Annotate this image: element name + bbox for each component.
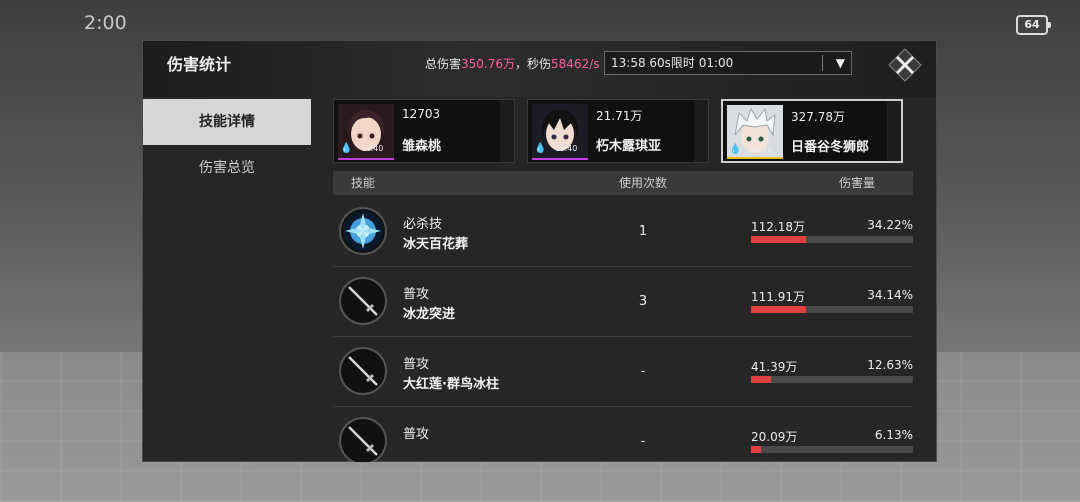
table-row: 普攻 冰龙突进 3 111.91万 34.14% xyxy=(333,267,913,337)
dropdown-value: 13:58 60s限时 01:00 xyxy=(611,56,734,70)
use-count: - xyxy=(640,434,646,449)
damage-totals: 总伤害350.76万，秒伤58462/s xyxy=(425,55,600,72)
panel-header: 伤害统计 总伤害350.76万，秒伤58462/s 13:58 60s限时 01… xyxy=(143,41,936,97)
damage-value: 41.39万 xyxy=(751,360,798,374)
sword-icon xyxy=(339,277,387,325)
sword-icon xyxy=(339,347,387,395)
skill-type: 普攻 xyxy=(403,287,430,302)
level-bar xyxy=(727,157,783,159)
damage-percent: 34.14% xyxy=(867,288,913,302)
skill-type: 普攻 xyxy=(403,427,430,442)
level-label: Lv.40 xyxy=(362,144,384,153)
level-label: Lv.70 xyxy=(751,145,773,154)
damage-stats-panel: 伤害统计 总伤害350.76万，秒伤58462/s 13:58 60s限时 01… xyxy=(142,40,937,462)
damage-percent: 12.63% xyxy=(867,358,913,372)
skill-name: 冰龙突进 xyxy=(403,307,456,322)
water-drop-icon: 💧 xyxy=(534,143,547,154)
dps-value: 58462/s xyxy=(551,57,600,71)
damage-bar-fill xyxy=(751,236,807,243)
use-count: 1 xyxy=(638,224,648,239)
character-card-rukia[interactable]: 💧 Lv.40 21.71万 朽木露琪亚 xyxy=(527,99,709,163)
table-header: 技能 使用次数 伤害量 xyxy=(333,171,913,195)
tab-skill-details[interactable]: 技能详情 xyxy=(143,99,311,145)
damage-percent: 6.13% xyxy=(874,428,913,442)
skill-type: 必杀技 xyxy=(403,217,443,232)
damage-value: 112.18万 xyxy=(751,220,805,234)
skill-table[interactable]: 必杀技 冰天百花葬 1 112.18万 34.22% 普攻 冰龙突进 3 111… xyxy=(333,197,913,462)
damage-value: 20.09万 xyxy=(751,430,798,444)
damage-value: 111.91万 xyxy=(751,290,805,304)
character-name: 朽木露琪亚 xyxy=(596,139,662,154)
damage-bar xyxy=(751,236,913,243)
water-drop-icon: 💧 xyxy=(340,143,353,154)
damage-bar-fill xyxy=(751,376,772,383)
header-damage: 伤害量 xyxy=(839,176,876,190)
damage-bar-fill xyxy=(751,446,761,453)
character-card-hitsugaya[interactable]: 💧 Lv.70 327.78万 日番谷冬狮郎 xyxy=(721,99,903,163)
card-edge xyxy=(887,101,901,161)
skill-type: 普攻 xyxy=(403,357,430,372)
close-icon xyxy=(888,48,922,82)
water-drop-icon: 💧 xyxy=(729,144,742,155)
status-time: 2:00 xyxy=(84,12,127,34)
battery-icon: 64 xyxy=(1016,15,1051,35)
tab-damage-overview[interactable]: 伤害总览 xyxy=(143,145,311,191)
table-row: 普攻 - 20.09万 6.13% xyxy=(333,407,913,462)
character-damage: 327.78万 xyxy=(791,110,845,124)
table-row: 普攻 大红莲·群鸟冰柱 - 41.39万 12.63% xyxy=(333,337,913,407)
character-name: 雏森桃 xyxy=(402,139,442,154)
use-count: 3 xyxy=(638,294,648,309)
header-skill: 技能 xyxy=(351,176,376,190)
sword-icon xyxy=(339,417,387,462)
dropdown-separator xyxy=(822,55,823,71)
use-count: - xyxy=(640,364,646,379)
character-name: 日番谷冬狮郎 xyxy=(791,140,870,155)
total-damage-value: 350.76万 xyxy=(461,57,516,71)
skill-name: 冰天百花葬 xyxy=(403,237,469,252)
level-bar xyxy=(532,158,588,160)
damage-bar-fill xyxy=(751,306,807,313)
damage-bar xyxy=(751,376,913,383)
header-uses: 使用次数 xyxy=(619,176,668,190)
damage-bar xyxy=(751,306,913,313)
panel-title: 伤害统计 xyxy=(167,55,232,74)
character-damage: 12703 xyxy=(402,107,441,121)
skill-name: 大红莲·群鸟冰柱 xyxy=(403,377,499,392)
character-damage: 21.71万 xyxy=(596,109,643,123)
ice-flower-icon xyxy=(339,207,387,255)
character-card-hinamori[interactable]: 💧 Lv.40 12703 雏森桃 xyxy=(333,99,515,163)
level-label: Lv.40 xyxy=(556,144,578,153)
dps-label: ，秒伤 xyxy=(515,57,552,71)
level-bar xyxy=(338,158,394,160)
card-edge xyxy=(694,100,708,162)
time-range-dropdown[interactable]: 13:58 60s限时 01:00 ▼ xyxy=(604,51,852,75)
damage-bar xyxy=(751,446,913,453)
close-button[interactable] xyxy=(887,47,923,83)
sidebar: 技能详情 伤害总览 xyxy=(143,99,311,461)
table-row: 必杀技 冰天百花葬 1 112.18万 34.22% xyxy=(333,197,913,267)
card-edge xyxy=(500,100,514,162)
damage-percent: 34.22% xyxy=(867,218,913,232)
total-damage-label: 总伤害 xyxy=(425,57,462,71)
triangle-down-icon[interactable]: ▼ xyxy=(836,52,845,74)
